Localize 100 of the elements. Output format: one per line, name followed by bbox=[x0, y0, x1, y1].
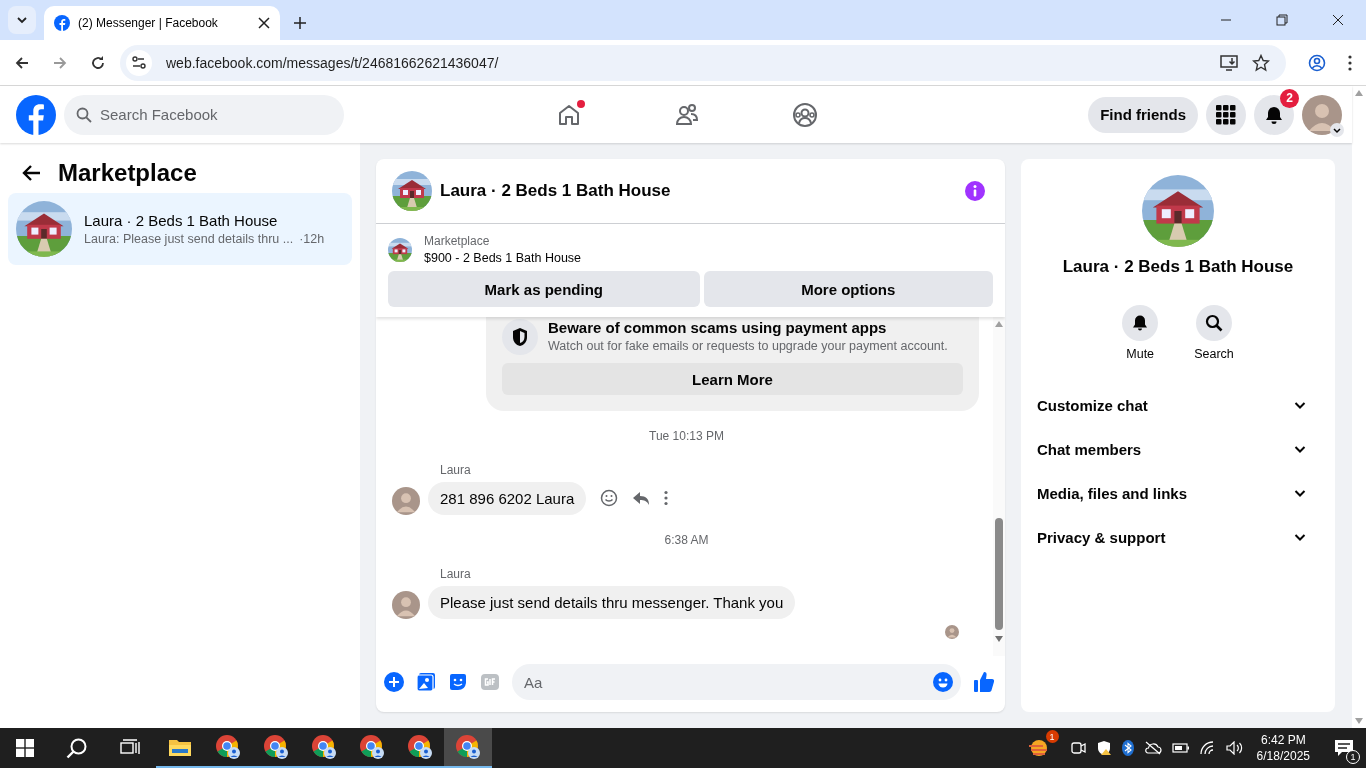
search-button[interactable] bbox=[1196, 305, 1232, 341]
sticker-icon[interactable] bbox=[448, 672, 468, 692]
start-icon[interactable] bbox=[16, 739, 34, 757]
notification-badge: 1 bbox=[1045, 730, 1059, 743]
sender-name: Laura bbox=[440, 567, 472, 581]
browser-icon bbox=[311, 734, 337, 760]
menu-icon[interactable] bbox=[1348, 54, 1352, 71]
notification-count: 1 bbox=[1346, 750, 1360, 764]
browser-icon bbox=[455, 734, 481, 760]
scroll-down-icon[interactable] bbox=[1355, 718, 1363, 724]
timestamp: Tue 10:13 PM bbox=[649, 429, 724, 443]
more-icon[interactable] bbox=[664, 490, 669, 506]
search-field[interactable]: Search Facebook bbox=[64, 94, 344, 135]
listing-source: Marketplace bbox=[424, 234, 491, 248]
emoji-icon[interactable] bbox=[933, 672, 953, 692]
conversation-item[interactable]: Laura · 2 Beds 1 Bath House Laura: Please just send details thru ... ·12h bbox=[8, 193, 352, 265]
action-label: Search bbox=[1194, 347, 1234, 361]
chat-title[interactable]: Laura · 2 Beds 1 Bath House bbox=[440, 181, 671, 201]
volume-icon[interactable] bbox=[1225, 741, 1244, 755]
forward-icon[interactable] bbox=[52, 54, 68, 71]
scroll-up-icon[interactable] bbox=[1355, 90, 1363, 96]
sender-name: Laura bbox=[440, 463, 472, 477]
bluetooth-icon[interactable] bbox=[1121, 740, 1134, 756]
facebook-logo[interactable] bbox=[16, 94, 56, 135]
action-label: Mute bbox=[1126, 347, 1155, 361]
close-icon[interactable] bbox=[258, 17, 270, 29]
url-text: web.facebook.com/messages/t/24681662621436047/ bbox=[166, 54, 499, 71]
clock[interactable]: 6:42 PM 6/18/2025 bbox=[1256, 732, 1310, 764]
close-window-icon[interactable] bbox=[1332, 14, 1344, 26]
tab-title: (2) Messenger | Facebook bbox=[78, 16, 219, 30]
listing-action-button[interactable]: More options bbox=[703, 271, 993, 307]
browser-icon bbox=[359, 734, 385, 760]
shield-icon[interactable] bbox=[1095, 740, 1112, 756]
timestamp: 6:38 AM bbox=[664, 533, 709, 547]
avatar bbox=[1302, 94, 1342, 135]
message-bubble: Please just send details thru messenger. Thank you bbox=[428, 585, 796, 619]
image-icon[interactable] bbox=[416, 672, 436, 692]
notification-badge: 2 bbox=[1280, 88, 1299, 108]
back-arrow-icon[interactable] bbox=[22, 163, 42, 183]
caret-icon[interactable] bbox=[1330, 122, 1344, 137]
browser-icon bbox=[407, 734, 433, 760]
wifi-icon[interactable] bbox=[1199, 741, 1216, 755]
task-view-icon[interactable] bbox=[120, 739, 140, 757]
notifications-button[interactable] bbox=[1254, 94, 1294, 135]
warning-title: Beware of common scams using payment apps bbox=[548, 319, 888, 337]
plus-icon[interactable] bbox=[384, 672, 404, 692]
restore-icon[interactable] bbox=[1276, 14, 1288, 26]
section-header[interactable]: Chat members bbox=[1037, 427, 1319, 471]
listing-action-button[interactable]: Mark as pending bbox=[388, 271, 700, 307]
scroll-down-icon[interactable] bbox=[995, 636, 1003, 642]
groups-icon[interactable] bbox=[792, 101, 818, 128]
new-tab-icon[interactable] bbox=[294, 17, 306, 29]
listing-title[interactable]: $900 - 2 Beds 1 Bath House bbox=[424, 251, 582, 265]
menu-button[interactable] bbox=[1206, 94, 1246, 135]
scrollbar[interactable] bbox=[993, 317, 1005, 656]
learn-more-button[interactable]: Learn More bbox=[502, 363, 963, 395]
cloud-off-icon[interactable] bbox=[1143, 741, 1162, 755]
search-icon bbox=[76, 106, 92, 123]
folder-icon bbox=[168, 737, 192, 757]
warning-text: Watch out for fake emails or requests to upgrade your payment account. bbox=[548, 339, 948, 353]
avatar bbox=[392, 591, 420, 619]
search-icon bbox=[1205, 314, 1223, 332]
reply-icon[interactable] bbox=[632, 489, 651, 507]
browser-tab[interactable]: (2) Messenger | Facebook bbox=[44, 6, 280, 40]
mute-button[interactable] bbox=[1122, 305, 1159, 341]
battery-icon[interactable] bbox=[1171, 742, 1190, 754]
grid-icon bbox=[1216, 104, 1236, 125]
address-field[interactable]: web.facebook.com/messages/t/24681662621436047/ bbox=[120, 44, 1286, 81]
message-time: ·12h bbox=[299, 232, 325, 246]
conversation-title: Laura · 2 Beds 1 Bath House bbox=[84, 212, 279, 229]
panel-heading: Marketplace bbox=[58, 159, 197, 187]
site-settings-icon[interactable] bbox=[126, 49, 152, 76]
message-field[interactable]: Aa bbox=[512, 664, 961, 700]
taskbar-app[interactable] bbox=[444, 728, 492, 768]
friends-icon[interactable] bbox=[674, 101, 700, 128]
bell-icon bbox=[1264, 104, 1284, 125]
section-header[interactable]: Privacy & support bbox=[1037, 515, 1319, 559]
message-preview: Laura: Please just send details thru ... bbox=[84, 232, 294, 246]
bookmark-star-icon[interactable] bbox=[1252, 53, 1270, 72]
bell-icon bbox=[1131, 314, 1150, 332]
section-header[interactable]: Customize chat bbox=[1037, 383, 1319, 427]
browser-icon bbox=[215, 734, 241, 760]
avatar bbox=[392, 487, 420, 515]
thumbs-up-icon[interactable] bbox=[973, 671, 995, 693]
reload-icon[interactable] bbox=[90, 54, 106, 71]
browser-icon bbox=[263, 734, 289, 760]
section-header[interactable]: Media, files and links bbox=[1037, 471, 1319, 515]
tab-search-button[interactable] bbox=[8, 6, 36, 34]
home-icon[interactable] bbox=[556, 101, 582, 128]
action-center-button[interactable]: 1 bbox=[1322, 728, 1366, 768]
find-friends-button[interactable]: Find friends bbox=[1088, 96, 1198, 133]
search-icon[interactable] bbox=[66, 737, 88, 759]
profile-icon[interactable] bbox=[1308, 53, 1326, 72]
meet-icon[interactable] bbox=[1069, 740, 1086, 756]
back-icon[interactable] bbox=[14, 54, 30, 71]
avatar bbox=[945, 625, 959, 639]
scroll-thumb[interactable] bbox=[995, 518, 1003, 630]
install-app-icon[interactable] bbox=[1220, 53, 1238, 72]
info-icon[interactable] bbox=[965, 181, 985, 201]
react-icon[interactable] bbox=[600, 489, 619, 507]
